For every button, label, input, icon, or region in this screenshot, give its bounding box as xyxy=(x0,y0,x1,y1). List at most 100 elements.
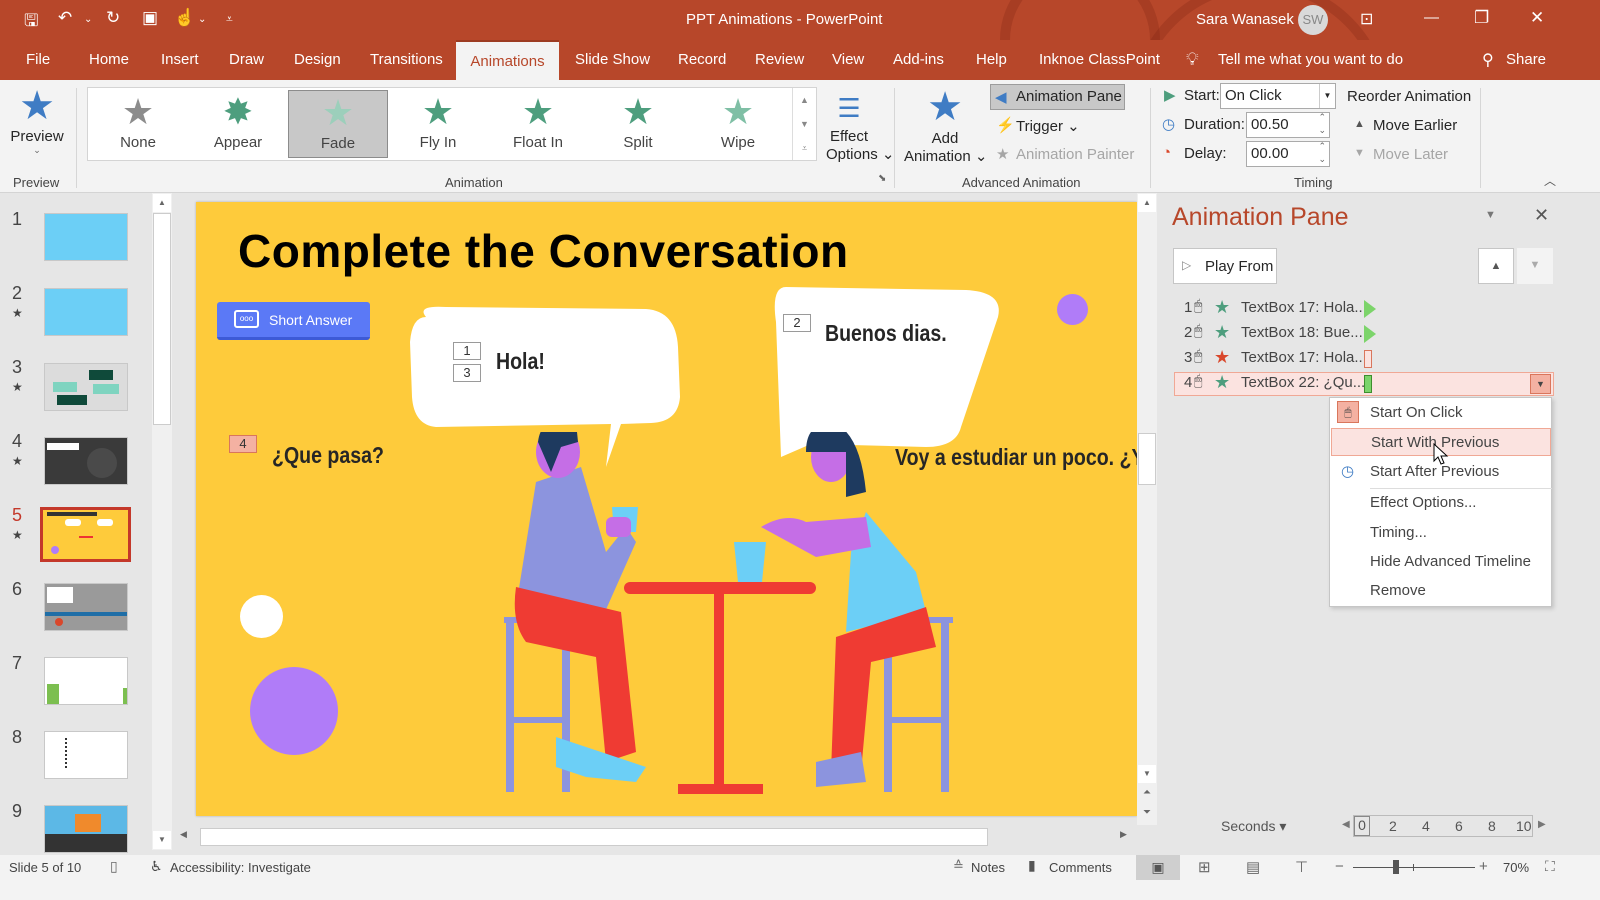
gallery-more-icon[interactable]: ⩡ xyxy=(793,136,816,160)
close-icon[interactable]: ✕ xyxy=(1530,8,1544,28)
present-from-start-icon[interactable]: ▣ xyxy=(142,8,158,28)
timeline-right-icon[interactable]: ▶ xyxy=(1538,819,1546,830)
scrollbar-thumb[interactable] xyxy=(153,213,171,425)
avatar[interactable]: SW xyxy=(1298,5,1328,35)
slide-thumbnail-2[interactable] xyxy=(44,288,128,336)
slide-thumbnail-7[interactable] xyxy=(44,657,128,705)
delay-spinner[interactable]: 00.00 ⌃ ⌄ xyxy=(1246,141,1330,167)
move-earlier-button[interactable]: Move Earlier xyxy=(1373,117,1457,134)
scroll-up-icon[interactable]: ▲ xyxy=(153,194,171,212)
que-pasa-text[interactable]: ¿Que pasa? xyxy=(272,442,384,469)
tab-draw[interactable]: Draw xyxy=(225,40,268,80)
move-up-button[interactable]: ▲ xyxy=(1478,248,1514,284)
tab-transitions[interactable]: Transitions xyxy=(366,40,447,80)
move-later-button[interactable]: Move Later xyxy=(1373,146,1448,163)
add-animation-button[interactable]: ★ Add Animation ⌄ xyxy=(904,84,987,165)
move-down-button[interactable]: ▼ xyxy=(1517,248,1553,284)
tab-record[interactable]: Record xyxy=(674,40,730,80)
scroll-down-icon[interactable]: ▼ xyxy=(1138,765,1156,783)
accessibility-status[interactable]: Accessibility: Investigate xyxy=(170,860,311,875)
gallery-item-split[interactable]: ★ Split xyxy=(588,90,688,158)
people-at-table-illustration[interactable] xyxy=(486,432,956,812)
scrollbar-thumb[interactable] xyxy=(1138,433,1156,485)
scroll-right-icon[interactable]: ▶ xyxy=(1120,829,1127,840)
animation-tag-2[interactable]: 2 xyxy=(783,314,811,332)
tab-help[interactable]: Help xyxy=(972,40,1011,80)
notes-button[interactable]: Notes xyxy=(971,860,1005,875)
timeline-bar[interactable] xyxy=(1364,375,1372,393)
slide-thumbnail-1[interactable] xyxy=(44,213,128,261)
minimize-icon[interactable]: — xyxy=(1424,9,1439,26)
animation-tag-1[interactable]: 1 xyxy=(453,342,481,360)
previous-slide-icon[interactable]: ⏶ xyxy=(1138,787,1156,805)
zoom-out-icon[interactable]: − xyxy=(1335,858,1344,875)
spinner-arrows-icon[interactable]: ⌃ ⌄ xyxy=(1318,111,1326,137)
animation-list-item-3[interactable]: 3 🖱︎ ★ TextBox 17: Hola... xyxy=(1174,347,1546,371)
scroll-up-icon[interactable]: ▲ xyxy=(1138,194,1156,212)
spinner-arrows-icon[interactable]: ⌃ ⌄ xyxy=(1318,140,1326,166)
gallery-scroll[interactable]: ▲ ▼ ⩡ xyxy=(792,88,816,160)
menu-item-effect-options[interactable]: Effect Options... xyxy=(1331,489,1551,517)
play-from-button[interactable]: ▷ Play From xyxy=(1173,248,1277,284)
gallery-scroll-down-icon[interactable]: ▼ xyxy=(793,112,816,136)
comments-button[interactable]: Comments xyxy=(1049,860,1112,875)
slide-thumbnail-3[interactable] xyxy=(44,363,128,411)
slide-thumbnail-6[interactable] xyxy=(44,583,128,631)
slide-thumbnail-9[interactable] xyxy=(44,805,128,853)
tab-add-ins[interactable]: Add-ins xyxy=(889,40,948,80)
slide-vertical-scrollbar[interactable]: ▲ ▼ ⏶ ⏷ xyxy=(1137,193,1157,825)
normal-view-icon[interactable]: ▣ xyxy=(1136,855,1180,880)
slide-title[interactable]: Complete the Conversation xyxy=(238,224,849,278)
user-name[interactable]: Sara Wanasek xyxy=(1196,11,1294,28)
start-dropdown-icon[interactable]: ▼ xyxy=(1319,84,1335,108)
zoom-level[interactable]: 70% xyxy=(1503,860,1529,875)
menu-item-start-on-click[interactable]: 🖱︎ Start On Click xyxy=(1331,399,1551,427)
gallery-item-appear[interactable]: ✸ Appear xyxy=(188,90,288,158)
tab-file[interactable]: File xyxy=(22,40,54,80)
scrollbar-thumb[interactable] xyxy=(200,828,988,846)
undo-dropdown-icon[interactable]: ⌄ xyxy=(84,14,92,25)
item-dropdown-icon[interactable]: ▼ xyxy=(1530,374,1551,394)
duration-spinner[interactable]: 00.50 ⌃ ⌄ xyxy=(1246,112,1330,138)
start-select[interactable]: On Click ▼ xyxy=(1220,83,1336,109)
gallery-item-fly-in[interactable]: ★ Fly In xyxy=(388,90,488,158)
thumbnails-scrollbar[interactable]: ▲ ▼ xyxy=(152,193,172,850)
customize-qat-icon[interactable]: ⩡ xyxy=(226,12,233,27)
tell-me-search[interactable]: Tell me what you want to do xyxy=(1214,40,1407,80)
share-button[interactable]: Share xyxy=(1502,40,1550,80)
tab-insert[interactable]: Insert xyxy=(157,40,203,80)
timeline-bar[interactable] xyxy=(1364,325,1376,343)
reading-view-icon[interactable]: ▤ xyxy=(1246,858,1260,876)
timeline-ruler[interactable]: 0 2 4 6 8 10 xyxy=(1353,815,1533,837)
tab-inknoe-classpoint[interactable]: Inknoe ClassPoint xyxy=(1035,40,1164,80)
animation-list-item-2[interactable]: 2 🖱︎ ★ TextBox 18: Bue... xyxy=(1174,322,1546,346)
trigger-button[interactable]: Trigger ⌄ xyxy=(1016,117,1080,135)
animation-pane-button[interactable]: ◀ Animation Pane xyxy=(990,84,1125,110)
touch-mode-icon[interactable]: ☝ xyxy=(174,8,195,28)
collapse-ribbon-icon[interactable]: ︿ xyxy=(1544,172,1556,189)
slide-canvas[interactable]: Complete the Conversation ooo Short Answ… xyxy=(196,202,1137,816)
dialog-launcher-icon[interactable]: ⬊ xyxy=(878,173,886,184)
hola-text[interactable]: Hola! xyxy=(496,348,545,375)
buenos-dias-text[interactable]: Buenos dias. xyxy=(825,320,947,347)
animation-list-item-1[interactable]: 1 🖱︎ ★ TextBox 17: Hola... xyxy=(1174,297,1546,321)
tab-view[interactable]: View xyxy=(828,40,868,80)
tab-slide-show[interactable]: Slide Show xyxy=(571,40,654,80)
animation-tag-3[interactable]: 3 xyxy=(453,364,481,382)
undo-icon[interactable]: ↶ xyxy=(58,8,72,28)
gallery-item-fade[interactable]: ★ Fade xyxy=(288,90,388,158)
next-slide-icon[interactable]: ⏷ xyxy=(1138,807,1156,825)
preview-button[interactable]: ★ Preview ⌄ xyxy=(8,84,66,164)
fit-to-window-icon[interactable]: ⛶ xyxy=(1545,858,1555,875)
pane-close-icon[interactable]: ✕ xyxy=(1534,205,1549,226)
scroll-left-icon[interactable]: ◀ xyxy=(180,829,187,840)
redo-icon[interactable]: ↻ xyxy=(106,8,120,28)
slide-thumbnail-4[interactable] xyxy=(44,437,128,485)
timeline-bar[interactable] xyxy=(1364,300,1376,318)
short-answer-button[interactable]: ooo Short Answer xyxy=(217,302,370,340)
zoom-slider[interactable] xyxy=(1353,860,1475,874)
menu-item-hide-advanced-timeline[interactable]: Hide Advanced Timeline xyxy=(1331,548,1551,576)
spell-check-icon[interactable]: ▯ xyxy=(110,858,118,875)
slide-horizontal-scrollbar[interactable]: ◀ ▶ xyxy=(178,826,1136,848)
animation-list-item-4[interactable]: 4 🖱︎ ★ TextBox 22: ¿Qu... ▼ xyxy=(1174,372,1554,396)
